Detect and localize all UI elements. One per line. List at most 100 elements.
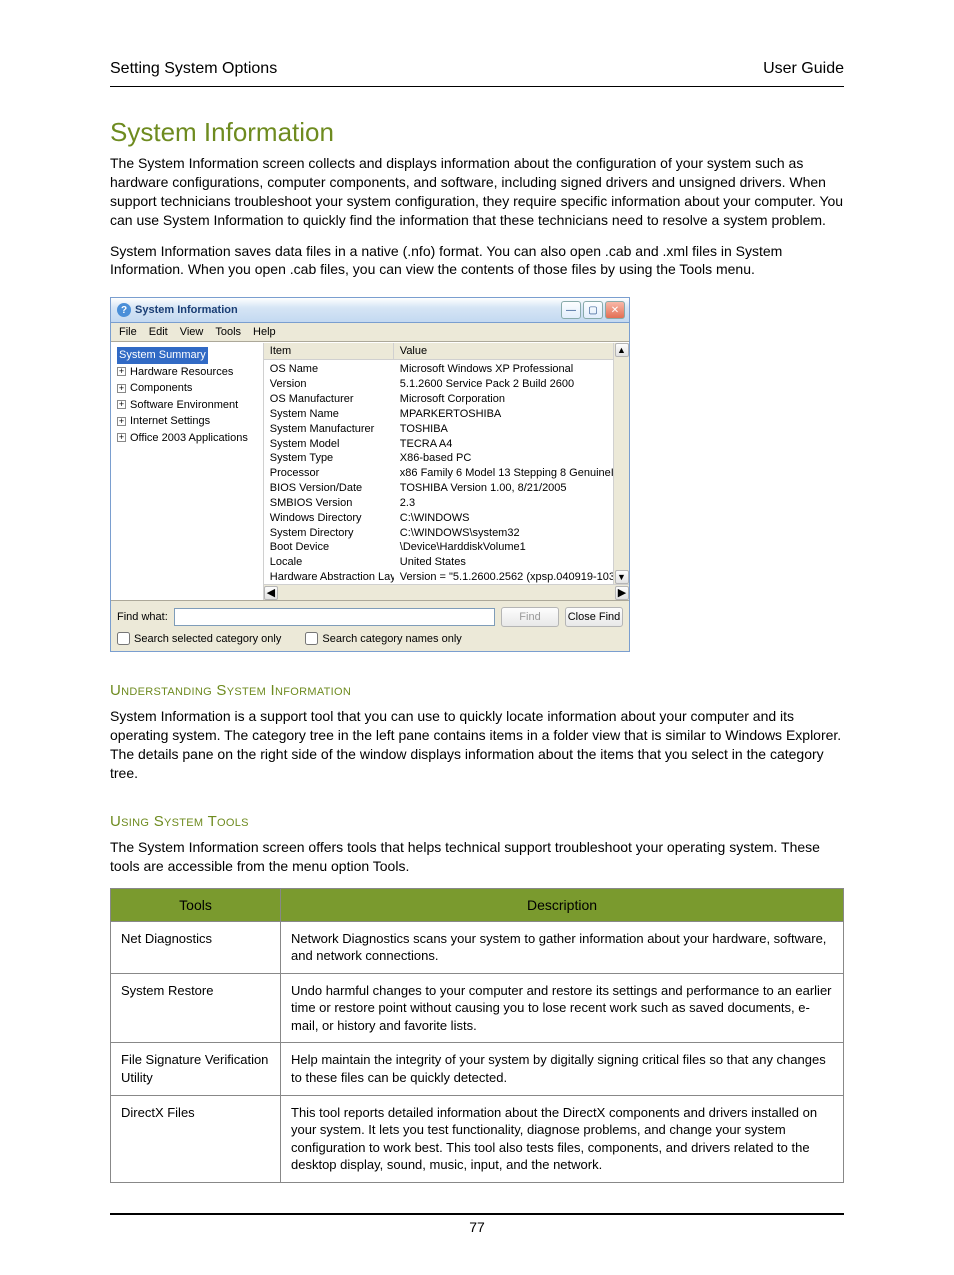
table-row: DirectX FilesThis tool reports detailed …: [111, 1095, 844, 1182]
intro-paragraph-1: The System Information screen collects a…: [110, 154, 844, 230]
table-row: System RestoreUndo harmful changes to yo…: [111, 973, 844, 1043]
search-names-checkbox[interactable]: Search category names only: [305, 632, 461, 645]
table-header-tools: Tools: [111, 888, 281, 921]
tool-name-cell: Net Diagnostics: [111, 921, 281, 973]
list-row[interactable]: OS NameMicrosoft Windows XP Professional: [264, 362, 629, 377]
value-cell: 2.3: [394, 496, 629, 511]
list-row[interactable]: BIOS Version/DateTOSHIBA Version 1.00, 8…: [264, 481, 629, 496]
table-row: File Signature Verification UtilityHelp …: [111, 1043, 844, 1095]
scroll-left-icon[interactable]: ◀: [264, 586, 278, 600]
scroll-right-icon[interactable]: ▶: [615, 586, 629, 600]
tree-item[interactable]: Office 2003 Applications: [130, 432, 248, 444]
tool-desc-cell: Help maintain the integrity of your syst…: [281, 1043, 844, 1095]
tool-name-cell: System Restore: [111, 973, 281, 1043]
scroll-down-icon[interactable]: ▼: [615, 570, 629, 584]
tool-desc-cell: Network Diagnostics scans your system to…: [281, 921, 844, 973]
expand-icon[interactable]: +: [117, 367, 126, 376]
expand-icon[interactable]: +: [117, 400, 126, 409]
item-cell: System Manufacturer: [264, 422, 394, 437]
tool-desc-cell: Undo harmful changes to your computer an…: [281, 973, 844, 1043]
list-row[interactable]: System ModelTECRA A4: [264, 437, 629, 452]
maximize-button[interactable]: ▢: [583, 301, 603, 319]
tool-name-cell: File Signature Verification Utility: [111, 1043, 281, 1095]
item-cell: System Directory: [264, 526, 394, 541]
tree-item[interactable]: Internet Settings: [130, 415, 210, 427]
list-row[interactable]: Hardware Abstraction LayerVersion = "5.1…: [264, 570, 629, 585]
item-cell: BIOS Version/Date: [264, 481, 394, 496]
horizontal-scrollbar[interactable]: ◀ ▶: [264, 584, 629, 600]
list-row[interactable]: Boot Device\Device\HarddiskVolume1: [264, 540, 629, 555]
list-row[interactable]: System DirectoryC:\WINDOWS\system32: [264, 526, 629, 541]
list-row[interactable]: System TypeX86-based PC: [264, 451, 629, 466]
understanding-paragraph: System Information is a support tool tha…: [110, 707, 844, 783]
tools-table: Tools Description Net DiagnosticsNetwork…: [110, 888, 844, 1183]
list-row[interactable]: System NameMPARKERTOSHIBA: [264, 407, 629, 422]
menu-help[interactable]: Help: [253, 326, 276, 338]
tree-item-selected[interactable]: System Summary: [117, 347, 208, 364]
value-cell: United States: [394, 555, 629, 570]
scroll-up-icon[interactable]: ▲: [615, 343, 629, 357]
value-cell: TOSHIBA Version 1.00, 8/21/2005: [394, 481, 629, 496]
list-row[interactable]: LocaleUnited States: [264, 555, 629, 570]
value-cell: MPARKERTOSHIBA: [394, 407, 629, 422]
value-cell: \Device\HarddiskVolume1: [394, 540, 629, 555]
tree-item[interactable]: Components: [130, 382, 192, 394]
item-cell: Hardware Abstraction Layer: [264, 570, 394, 585]
vertical-scrollbar[interactable]: ▲ ▼: [613, 343, 629, 584]
menu-file[interactable]: File: [119, 326, 137, 338]
value-cell: x86 Family 6 Model 13 Stepping 8 Genuine…: [394, 466, 629, 481]
tools-paragraph: The System Information screen offers too…: [110, 838, 844, 876]
menu-edit[interactable]: Edit: [149, 326, 168, 338]
close-find-button[interactable]: Close Find: [565, 607, 623, 627]
section-heading-tools: Using System Tools: [110, 813, 844, 830]
find-input[interactable]: [174, 608, 495, 626]
page-header: Setting System Options User Guide: [110, 60, 844, 87]
value-cell: Microsoft Windows XP Professional: [394, 362, 629, 377]
window-title: System Information: [135, 304, 238, 316]
tool-name-cell: DirectX Files: [111, 1095, 281, 1182]
item-cell: System Model: [264, 437, 394, 452]
help-icon: ?: [117, 303, 131, 317]
list-row[interactable]: OS ManufacturerMicrosoft Corporation: [264, 392, 629, 407]
list-row[interactable]: Version5.1.2600 Service Pack 2 Build 260…: [264, 377, 629, 392]
value-cell: 5.1.2600 Service Pack 2 Build 2600: [394, 377, 629, 392]
column-header-value[interactable]: Value: [394, 343, 629, 359]
search-selected-checkbox[interactable]: Search selected category only: [117, 632, 281, 645]
column-header-item[interactable]: Item: [264, 343, 394, 359]
close-button[interactable]: ✕: [605, 301, 625, 319]
item-cell: System Name: [264, 407, 394, 422]
expand-icon[interactable]: +: [117, 433, 126, 442]
item-cell: SMBIOS Version: [264, 496, 394, 511]
header-right: User Guide: [763, 60, 844, 78]
value-cell: TECRA A4: [394, 437, 629, 452]
value-cell: TOSHIBA: [394, 422, 629, 437]
menu-tools[interactable]: Tools: [215, 326, 241, 338]
menu-bar: File Edit View Tools Help: [111, 323, 629, 342]
value-cell: C:\WINDOWS\system32: [394, 526, 629, 541]
value-cell: C:\WINDOWS: [394, 511, 629, 526]
list-row[interactable]: Processorx86 Family 6 Model 13 Stepping …: [264, 466, 629, 481]
minimize-button[interactable]: —: [561, 301, 581, 319]
details-pane: Item Value OS NameMicrosoft Windows XP P…: [264, 343, 629, 600]
item-cell: Locale: [264, 555, 394, 570]
tool-desc-cell: This tool reports detailed information a…: [281, 1095, 844, 1182]
list-row[interactable]: SMBIOS Version2.3: [264, 496, 629, 511]
value-cell: X86-based PC: [394, 451, 629, 466]
item-cell: System Type: [264, 451, 394, 466]
menu-view[interactable]: View: [180, 326, 204, 338]
expand-icon[interactable]: +: [117, 417, 126, 426]
category-tree[interactable]: System Summary + Hardware Resources + Comp…: [111, 343, 264, 600]
value-cell: Microsoft Corporation: [394, 392, 629, 407]
item-cell: OS Name: [264, 362, 394, 377]
page-number: 77: [110, 1215, 844, 1235]
list-row[interactable]: Windows DirectoryC:\WINDOWS: [264, 511, 629, 526]
expand-icon[interactable]: +: [117, 384, 126, 393]
list-row[interactable]: System ManufacturerTOSHIBA: [264, 422, 629, 437]
page-title: System Information: [110, 117, 844, 148]
find-button[interactable]: Find: [501, 607, 559, 627]
tree-item[interactable]: Hardware Resources: [130, 366, 233, 378]
tree-item[interactable]: Software Environment: [130, 399, 238, 411]
section-heading-understanding: Understanding System Information: [110, 682, 844, 699]
item-cell: Version: [264, 377, 394, 392]
intro-paragraph-2: System Information saves data files in a…: [110, 242, 844, 280]
